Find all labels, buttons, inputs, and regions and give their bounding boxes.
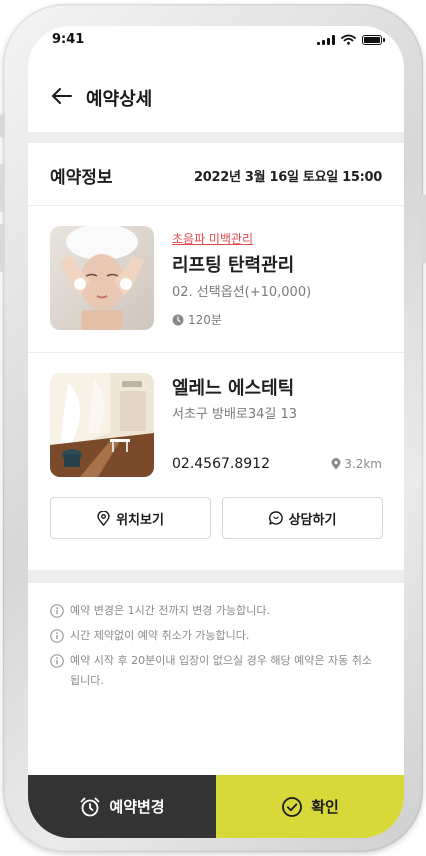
volume-up-button xyxy=(0,164,5,212)
reservation-info-header: 예약정보 2022년 3월 16일 토요일 15:00 xyxy=(28,143,404,206)
info-icon xyxy=(50,629,64,643)
status-icons xyxy=(317,34,385,45)
notice-text: 예약 시작 후 20분이내 입장이 없으실 경우 해당 예약은 자동 취소됩니다… xyxy=(70,654,372,687)
phone-frame: 9:41 예약상세 예약정보 2022년 3월 16일 토요일 15:00 초음… xyxy=(0,4,426,852)
shop-address: 서초구 방배로34길 13 xyxy=(172,407,298,422)
change-reservation-label: 예약변경 xyxy=(109,798,165,816)
notice-item: 예약 변경은 1시간 전까지 변경 가능합니다. xyxy=(50,601,382,621)
page-header: 예약상세 xyxy=(28,60,404,132)
reservation-datetime: 2022년 3월 16일 토요일 15:00 xyxy=(194,170,382,185)
info-icon xyxy=(50,604,64,618)
service-name: 리프팅 탄력관리 xyxy=(172,255,295,276)
shop-image xyxy=(50,373,154,477)
volume-down-button xyxy=(0,224,5,272)
bottom-action-bar: 예약변경 확인 xyxy=(28,775,404,838)
service-duration: 120분 xyxy=(172,311,222,328)
info-icon xyxy=(50,654,64,668)
view-location-label: 위치보기 xyxy=(116,512,164,528)
consult-button[interactable]: 상담하기 xyxy=(222,497,383,539)
confirm-button[interactable]: 확인 xyxy=(216,775,404,838)
service-item: 초음파 미백관리 리프팅 탄력관리 02. 선택옵션(+10,000) 120분 xyxy=(28,206,404,353)
reservation-info-label: 예약정보 xyxy=(50,168,113,188)
page-title: 예약상세 xyxy=(86,89,153,110)
service-option: 02. 선택옵션(+10,000) xyxy=(172,285,312,300)
clock-icon xyxy=(172,314,184,325)
change-reservation-button[interactable]: 예약변경 xyxy=(28,775,216,838)
shop-distance: 3.2km xyxy=(331,457,382,471)
service-category: 초음파 미백관리 xyxy=(172,232,254,246)
notice-item: 예약 시작 후 20분이내 입장이 없으실 경우 해당 예약은 자동 취소됩니다… xyxy=(50,651,382,691)
duration-text: 120분 xyxy=(188,313,222,327)
notice-section: 예약 변경은 1시간 전까지 변경 가능합니다. 시간 제약없이 예약 취소가 … xyxy=(28,583,404,783)
mute-switch xyxy=(0,114,5,138)
status-time: 9:41 xyxy=(52,32,85,47)
distance-text: 3.2km xyxy=(344,457,382,471)
reservation-card: 예약정보 2022년 3월 16일 토요일 15:00 초음파 미백관리 리프팅… xyxy=(28,143,404,570)
notice-text: 시간 제약없이 예약 취소가 가능합니다. xyxy=(70,629,250,642)
status-bar: 9:41 xyxy=(28,26,404,60)
shop-name: 엘레느 에스테틱 xyxy=(172,378,295,399)
map-pin-icon xyxy=(331,458,341,470)
confirm-label: 확인 xyxy=(311,798,339,816)
chat-bubble-icon xyxy=(268,511,283,525)
view-location-button[interactable]: 위치보기 xyxy=(50,497,211,539)
service-image xyxy=(50,226,154,330)
location-pin-icon xyxy=(97,510,110,526)
shop-item: 엘레느 에스테틱 서초구 방배로34길 13 02.4567.8912 3.2k… xyxy=(28,353,404,570)
consult-label: 상담하기 xyxy=(288,512,337,528)
power-button xyxy=(421,194,426,264)
wifi-icon xyxy=(341,34,356,45)
screen: 9:41 예약상세 예약정보 2022년 3월 16일 토요일 15:00 초음… xyxy=(28,26,404,838)
signal-icon xyxy=(317,34,335,45)
shop-phone[interactable]: 02.4567.8912 xyxy=(172,456,270,472)
arrow-left-icon[interactable] xyxy=(50,84,74,108)
battery-icon xyxy=(362,34,385,45)
alarm-clock-icon xyxy=(80,797,100,816)
check-circle-icon xyxy=(282,796,303,817)
notice-item: 시간 제약없이 예약 취소가 가능합니다. xyxy=(50,626,382,646)
notice-text: 예약 변경은 1시간 전까지 변경 가능합니다. xyxy=(70,604,271,617)
